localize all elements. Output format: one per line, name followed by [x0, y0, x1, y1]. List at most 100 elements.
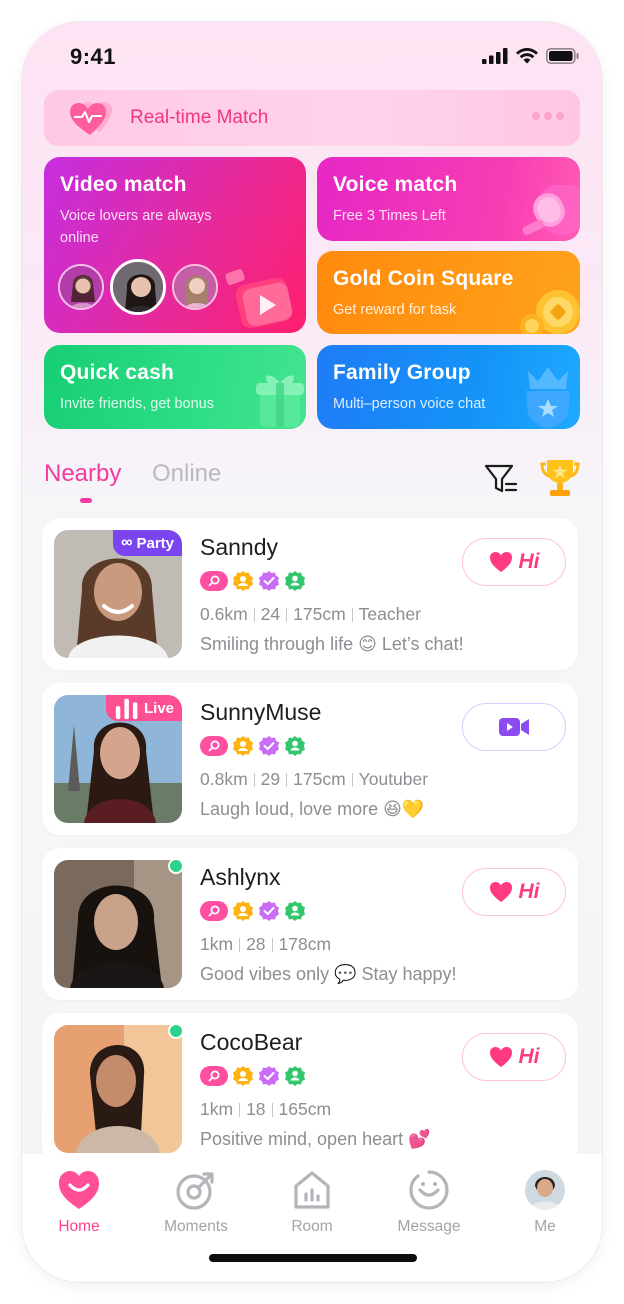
nav-moments[interactable]: Moments	[146, 1168, 246, 1236]
tab-nearby[interactable]: Nearby	[44, 460, 121, 488]
voice-match-subtitle: Free 3 Times Left	[333, 208, 446, 224]
verified-badge	[259, 736, 279, 756]
say-hi-button[interactable]: Hi	[462, 1033, 566, 1081]
trophy-icon[interactable]	[538, 456, 582, 500]
match-avatars	[58, 259, 224, 315]
user-age: 29	[260, 769, 281, 789]
battery-icon	[546, 48, 579, 64]
nav-me[interactable]: Me	[495, 1168, 595, 1236]
user-height: 175cm	[293, 769, 346, 789]
shield-crown-icon	[526, 367, 570, 429]
user-photo: ∞ Party	[54, 530, 182, 658]
more-dots-icon[interactable]	[532, 112, 564, 120]
user-meta: 0.6km 24 175cm Teacher	[200, 604, 421, 625]
user-age: 24	[260, 604, 281, 624]
hearts-icon	[66, 98, 122, 138]
message-icon	[409, 1170, 449, 1210]
say-hi-label: Hi	[518, 880, 540, 903]
list-item[interactable]: Ashlynx 1km 28 178cm Good vibes only 💬 S…	[42, 848, 578, 1000]
gold-coin-title: Gold Coin Square	[333, 267, 514, 290]
video-match-card[interactable]: Video match Voice lovers are always onli…	[44, 157, 306, 333]
user-photo	[54, 1025, 182, 1153]
room-icon	[294, 1171, 330, 1209]
user-name: Ashlynx	[200, 864, 281, 890]
nav-home-label: Home	[58, 1218, 100, 1235]
status-icons	[482, 48, 580, 64]
list-item[interactable]: Live SunnyMuse 0.8km 29 175cm Youtuber L…	[42, 683, 578, 835]
moments-icon	[176, 1172, 214, 1210]
say-hi-button[interactable]: Hi	[462, 868, 566, 916]
female-gender-badge	[200, 1066, 228, 1086]
user-meta: 0.8km 29 175cm Youtuber	[200, 769, 428, 790]
user-height: 165cm	[278, 1099, 332, 1119]
user-age: 28	[246, 934, 266, 954]
user-bio: Positive mind, open heart 💕	[200, 1129, 431, 1149]
user-distance: 1km	[200, 934, 234, 954]
tab-online[interactable]: Online	[152, 460, 221, 488]
avatar	[172, 264, 218, 310]
gold-level-badge	[233, 571, 253, 591]
user-job: Teacher	[358, 604, 421, 624]
female-gender-badge	[200, 901, 228, 921]
online-indicator	[168, 858, 184, 874]
video-match-title: Video match	[60, 173, 187, 196]
family-group-title: Family Group	[333, 361, 471, 384]
family-group-subtitle: Multi–person voice chat	[333, 396, 486, 412]
live-tag: Live	[105, 695, 182, 721]
gold-level-badge	[233, 901, 253, 921]
real-person-badge	[285, 1066, 305, 1086]
say-hi-button[interactable]: Hi	[462, 538, 566, 586]
nav-room-label: Room	[291, 1218, 333, 1235]
list-item[interactable]: ∞ Party Sanndy 0.6km 24 175cm Teacher Sm…	[42, 518, 578, 670]
nav-room[interactable]: Room	[262, 1168, 362, 1236]
user-distance: 0.6km	[200, 604, 248, 624]
user-meta: 1km 28 178cm	[200, 934, 331, 955]
nav-message[interactable]: Message	[379, 1168, 479, 1236]
user-height: 175cm	[293, 604, 346, 624]
online-indicator	[168, 1023, 184, 1039]
video-call-button[interactable]	[462, 703, 566, 751]
user-bio: Laugh loud, love more 😆💛	[200, 799, 425, 819]
user-meta: 1km 18 165cm	[200, 1099, 331, 1120]
signal-icon	[482, 48, 508, 64]
nav-home[interactable]: Home	[29, 1168, 129, 1236]
tab-indicator	[80, 498, 92, 503]
user-bio: Good vibes only 💬 Stay happy!	[200, 964, 457, 984]
home-indicator	[209, 1254, 417, 1262]
user-list: ∞ Party Sanndy 0.6km 24 175cm Teacher Sm…	[42, 518, 578, 1178]
gold-level-badge	[233, 736, 253, 756]
realtime-match-title: Real-time Match	[130, 107, 269, 128]
list-tabs: Nearby Online	[44, 460, 580, 510]
realtime-match-bar[interactable]: Real-time Match	[44, 90, 580, 146]
home-heart-icon	[59, 1171, 99, 1209]
user-job: Youtuber	[358, 769, 429, 789]
quick-cash-card[interactable]: Quick cash Invite friends, get bonus	[44, 345, 306, 429]
family-group-card[interactable]: Family Group Multi–person voice chat	[317, 345, 580, 429]
filter-icon[interactable]	[482, 460, 520, 498]
user-photo: Live	[54, 695, 182, 823]
avatar	[58, 264, 104, 310]
list-item[interactable]: CocoBear 1km 18 165cm Positive mind, ope…	[42, 1013, 578, 1165]
status-bar: 9:41	[22, 22, 602, 90]
user-name: CocoBear	[200, 1029, 303, 1055]
video-call-icon	[499, 718, 529, 736]
nav-me-label: Me	[534, 1218, 556, 1235]
heart-icon	[489, 1047, 512, 1067]
say-hi-label: Hi	[518, 550, 540, 573]
bottom-tab-bar: Home Moments Room Message Me	[22, 1154, 602, 1282]
heart-icon	[489, 552, 512, 572]
voice-match-card[interactable]: Voice match Free 3 Times Left	[317, 157, 580, 241]
user-badges	[200, 900, 306, 922]
user-name: SunnyMuse	[200, 699, 322, 725]
avatar	[110, 259, 166, 315]
user-badges	[200, 735, 306, 757]
gold-level-badge	[233, 1066, 253, 1086]
gold-coin-square-card[interactable]: Gold Coin Square Get reward for task	[317, 251, 580, 334]
say-hi-label: Hi	[518, 1045, 540, 1068]
live-tag-label: Live	[143, 699, 174, 717]
user-bio: Smiling through life 😊 Let’s chat!	[200, 634, 464, 654]
infinity-icon: ∞	[121, 534, 133, 551]
voice-match-title: Voice match	[333, 173, 458, 196]
party-tag: ∞ Party	[113, 530, 182, 556]
user-badges	[200, 1065, 306, 1087]
